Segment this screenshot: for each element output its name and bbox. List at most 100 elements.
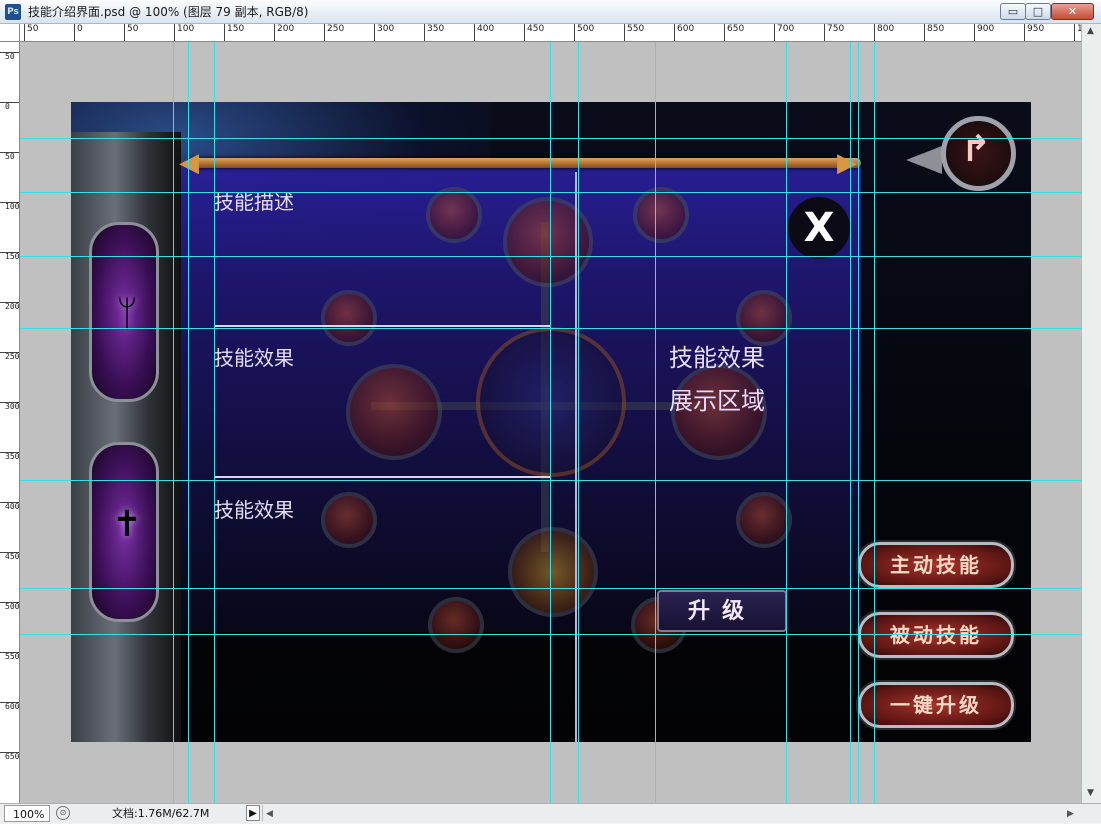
central-skill-node	[476, 327, 626, 477]
guide-line[interactable]	[173, 42, 174, 803]
horizontal-ruler[interactable]: 50 0 50 100 150 200 250 300 350 400 450 500 550 600 65…	[20, 24, 1081, 42]
guide-line[interactable]	[20, 328, 1081, 329]
one-click-upgrade-button[interactable]: 一键升级	[858, 682, 1014, 728]
ruler-tick-label: 350	[424, 24, 444, 41]
emblem-slot-1[interactable]: ᛘ	[89, 222, 159, 402]
ruler-tick-label: 10	[1074, 24, 1081, 41]
guide-line[interactable]	[20, 256, 1081, 257]
skill-node	[633, 187, 689, 243]
minimize-button[interactable]: ▭	[1000, 3, 1026, 20]
left-ornate-frame: ᛘ ✝	[71, 132, 181, 742]
guide-line[interactable]	[20, 192, 1081, 193]
scroll-left-icon[interactable]: ◀	[266, 805, 273, 823]
ruler-tick-label: 800	[874, 24, 894, 41]
ruler-origin[interactable]	[0, 24, 20, 42]
effect-display-line-2: 展示区域	[669, 387, 765, 415]
close-x-icon[interactable]: X	[788, 197, 850, 259]
section-divider	[214, 325, 551, 327]
ruler-tick-label: 750	[824, 24, 844, 41]
document-size-info: 文档:1.76M/62.7M	[112, 807, 210, 820]
ruler-tick-label: 50	[0, 152, 19, 161]
effect-display-line-1: 技能效果	[669, 344, 765, 372]
ruler-tick-label: 0	[0, 102, 19, 111]
vertical-ruler[interactable]: 50 0 50 100 150 200 250 300 350 400 450 500 550 600 65…	[0, 42, 20, 803]
guide-line[interactable]	[874, 42, 875, 803]
skill-node	[346, 364, 442, 460]
ruler-tick-label: 850	[924, 24, 944, 41]
ruler-tick-label: 0	[74, 24, 83, 41]
scroll-right-icon[interactable]: ▶	[1067, 805, 1074, 823]
guide-line[interactable]	[20, 588, 1081, 589]
passive-skill-button[interactable]: 被动技能	[858, 612, 1014, 658]
document-workspace[interactable]: ᛘ ✝ ◀ ▶ 技能描述 技能效果 技能效果 技能效果 展示区域 X 升级 主动…	[20, 42, 1081, 803]
skill-node	[426, 187, 482, 243]
ruler-tick-label: 100	[0, 202, 19, 211]
status-bar: 100% ⊙ 文档:1.76M/62.7M ▶ ◀ ▶	[0, 803, 1101, 823]
return-button[interactable]: ↱	[906, 116, 1031, 196]
guide-line[interactable]	[214, 42, 215, 803]
ruler-tick-label: 700	[774, 24, 794, 41]
ruler-tick-label: 600	[674, 24, 694, 41]
photoshop-app-icon: Ps	[5, 4, 21, 20]
ruler-tick-label: 50	[24, 24, 38, 41]
dragon-head-left-icon: ◀	[179, 148, 199, 178]
skill-node	[321, 492, 377, 548]
document-canvas[interactable]: ᛘ ✝ ◀ ▶ 技能描述 技能效果 技能效果 技能效果 展示区域 X 升级 主动…	[71, 102, 1031, 742]
window-title: 技能介绍界面.psd @ 100% (图层 79 副本, RGB/8)	[28, 5, 309, 19]
ruler-tick-label: 300	[0, 402, 19, 411]
guide-line[interactable]	[550, 42, 551, 803]
ruler-tick-label: 200	[274, 24, 294, 41]
status-info-icon[interactable]: ⊙	[56, 806, 70, 820]
ruler-tick-label: 200	[0, 302, 19, 311]
skill-effect-label: 技能效果	[214, 346, 294, 370]
horizontal-scrollbar[interactable]: ◀ ▶	[262, 805, 1077, 821]
guide-line[interactable]	[578, 42, 579, 803]
ruler-tick-label: 100	[174, 24, 194, 41]
zoom-input[interactable]: 100%	[4, 805, 50, 822]
guide-line[interactable]	[20, 634, 1081, 635]
window-titlebar[interactable]: Ps 技能介绍界面.psd @ 100% (图层 79 副本, RGB/8) ▭…	[0, 0, 1101, 24]
guide-line[interactable]	[858, 42, 859, 803]
ruler-tick-label: 350	[0, 452, 19, 461]
ruler-tick-label: 400	[0, 502, 19, 511]
ruler-tick-label: 150	[224, 24, 244, 41]
guide-line[interactable]	[850, 42, 851, 803]
guide-line[interactable]	[188, 42, 189, 803]
emblem-slot-2[interactable]: ✝	[89, 442, 159, 622]
chain-emblem-icon: ᛘ	[116, 294, 138, 335]
guide-line[interactable]	[786, 42, 787, 803]
skill-description-label: 技能描述	[214, 190, 294, 214]
guide-line[interactable]	[20, 138, 1081, 139]
guide-line[interactable]	[655, 42, 656, 803]
section-divider	[214, 476, 551, 478]
ruler-tick-label: 500	[574, 24, 594, 41]
ruler-tick-label: 600	[0, 702, 19, 711]
dragon-head-right-icon: ▶	[837, 148, 857, 178]
ruler-tick-label: 650	[0, 752, 19, 761]
vertical-scrollbar[interactable]: ▲ ▼	[1081, 24, 1101, 803]
return-arrow-icon: ↱	[961, 129, 992, 170]
ruler-tick-label: 150	[0, 252, 19, 261]
status-menu-arrow-icon[interactable]: ▶	[246, 805, 260, 821]
sword-emblem-icon: ✝	[111, 504, 143, 545]
scroll-up-icon[interactable]: ▲	[1087, 26, 1097, 36]
ruler-tick-label: 450	[0, 552, 19, 561]
upgrade-button[interactable]: 升级	[657, 590, 787, 632]
ruler-tick-label: 50	[0, 52, 19, 61]
ruler-tick-label: 250	[324, 24, 344, 41]
close-window-button[interactable]: ✕	[1051, 3, 1094, 20]
ruler-tick-label: 550	[0, 652, 19, 661]
skill-node	[503, 197, 593, 287]
scroll-down-icon[interactable]: ▼	[1087, 788, 1097, 798]
ruler-tick-label: 650	[724, 24, 744, 41]
guide-line[interactable]	[20, 480, 1081, 481]
return-wing-decoration	[906, 146, 942, 174]
ruler-tick-label: 550	[624, 24, 644, 41]
ruler-tick-label: 950	[1024, 24, 1044, 41]
active-skill-button[interactable]: 主动技能	[858, 542, 1014, 588]
skill-node	[508, 527, 598, 617]
ruler-tick-label: 400	[474, 24, 494, 41]
skill-node	[736, 290, 792, 346]
maximize-button[interactable]: □	[1025, 3, 1051, 20]
skill-node	[321, 290, 377, 346]
